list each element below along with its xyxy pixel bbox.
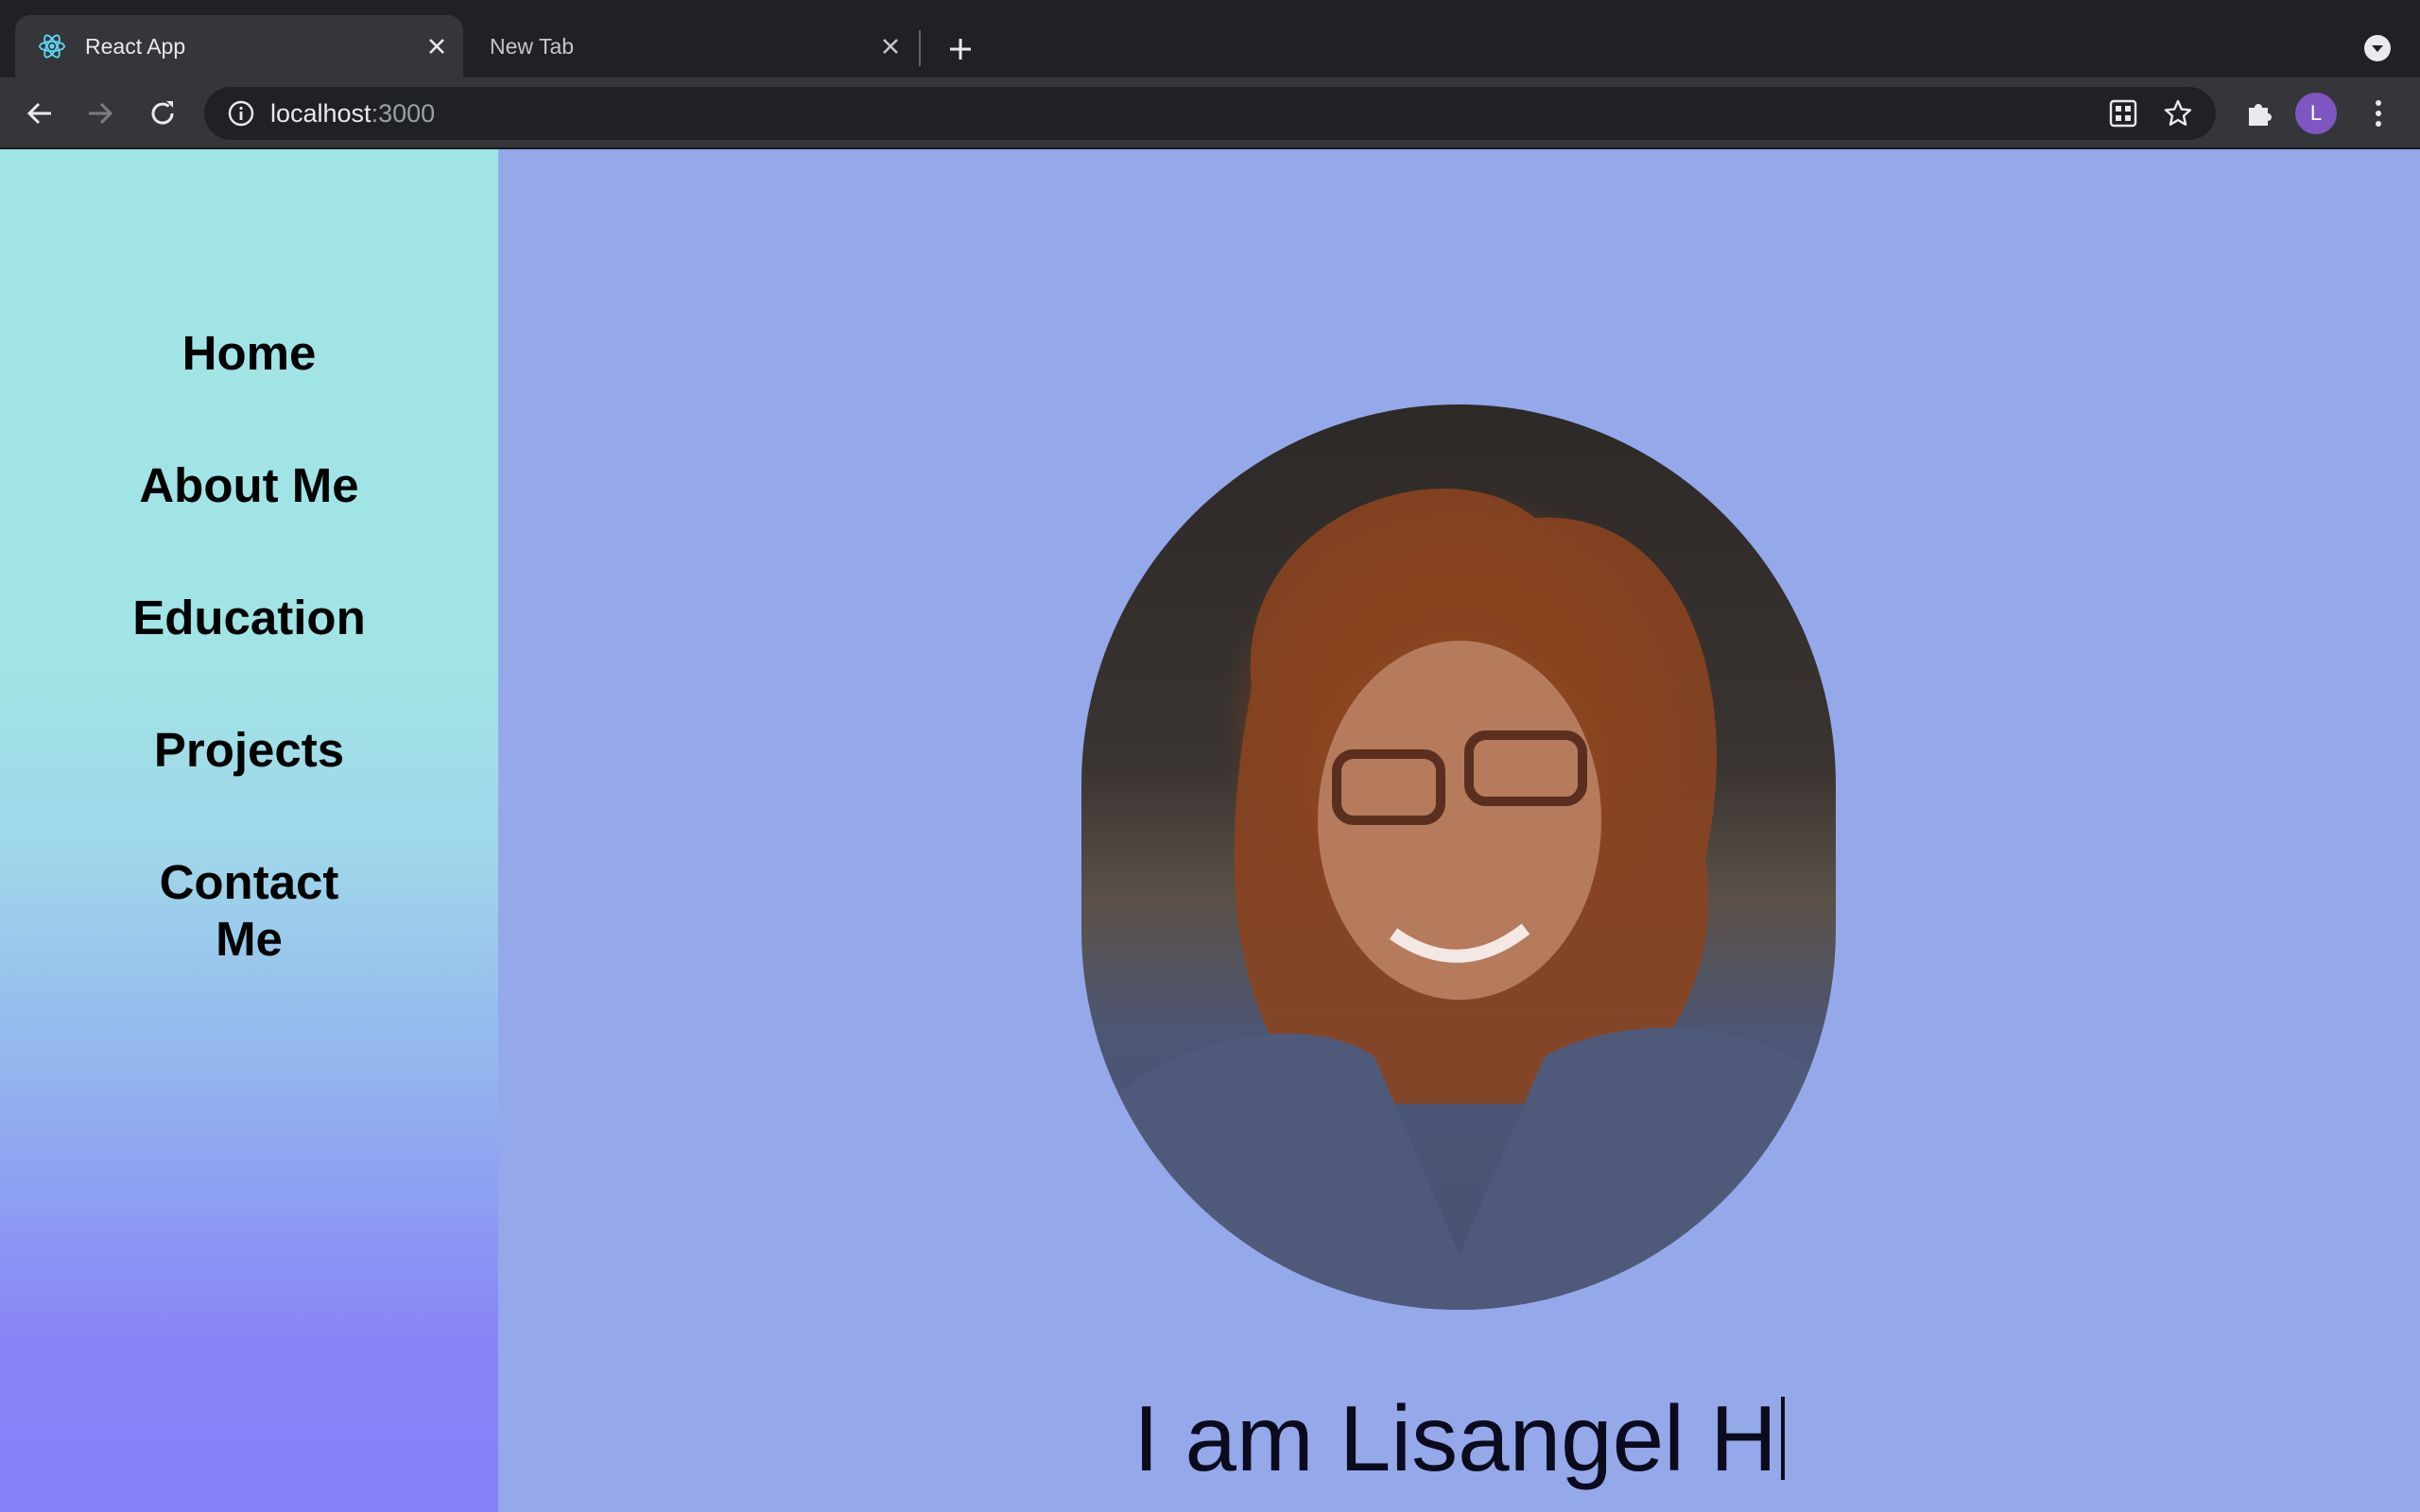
close-icon[interactable] (420, 29, 454, 63)
arrow-right-icon (89, 102, 113, 125)
nav-about-me[interactable]: About Me (0, 457, 498, 514)
tab-title: React App (85, 33, 186, 59)
more-vertical-icon (2376, 100, 2381, 127)
puzzle-icon (2249, 104, 2272, 126)
nav-home[interactable]: Home (0, 325, 498, 382)
plus-icon (950, 39, 971, 60)
page-viewport: Home About Me Education Projects Contact… (0, 149, 2420, 1512)
browser-toolbar: localhost:3000 L (0, 77, 2420, 149)
headline-text: I am Lisangel H (1133, 1386, 1777, 1490)
portrait-photo (1081, 404, 1836, 1310)
chevron-down-icon (2364, 35, 2391, 61)
reload-icon (151, 101, 174, 125)
info-icon[interactable] (227, 99, 255, 128)
url-host: localhost (270, 98, 372, 128)
browser-menu-button[interactable] (2354, 89, 2403, 138)
url-port: :3000 (371, 98, 436, 128)
tab-strip: React App New Tab (0, 0, 2420, 77)
arrow-left-icon (26, 102, 51, 125)
qr-code-icon[interactable] (2102, 93, 2144, 134)
forward-button[interactable] (76, 89, 125, 138)
close-icon[interactable] (873, 29, 908, 63)
sidebar: Home About Me Education Projects Contact… (0, 149, 498, 1512)
address-bar[interactable]: localhost:3000 (204, 87, 2216, 140)
profile-avatar[interactable]: L (2295, 93, 2337, 134)
back-button[interactable] (15, 89, 64, 138)
react-icon (36, 30, 68, 62)
reload-button[interactable] (138, 89, 187, 138)
tab-react-app[interactable]: React App (15, 15, 463, 77)
tab-title: New Tab (490, 33, 575, 59)
star-icon[interactable] (2157, 93, 2199, 134)
url-text: localhost:3000 (270, 99, 435, 129)
nav-education[interactable]: Education (0, 590, 498, 646)
new-tab-button[interactable] (938, 28, 983, 70)
extensions-button[interactable] (2235, 89, 2284, 138)
tab-divider (919, 30, 921, 66)
main-content: I am Lisangel H (498, 149, 2420, 1512)
intro-headline: I am Lisangel H (498, 1385, 2420, 1492)
tab-search-button[interactable] (2354, 26, 2401, 70)
sidebar-nav: Home About Me Education Projects Contact… (0, 325, 498, 1043)
tab-new-tab[interactable]: New Tab (469, 15, 917, 77)
nav-projects[interactable]: Projects (0, 722, 498, 779)
nav-contact-me[interactable]: Contact Me (127, 854, 372, 968)
text-cursor (1780, 1397, 1785, 1480)
